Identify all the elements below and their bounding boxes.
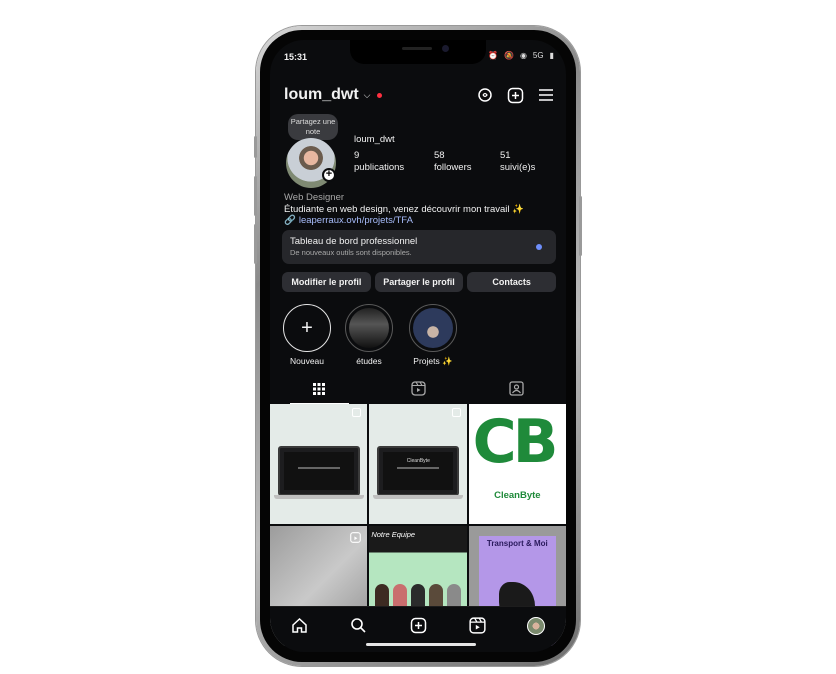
laptop-mockup: CleanByte xyxy=(373,446,464,499)
create-icon[interactable] xyxy=(507,87,524,104)
post-2[interactable]: CleanByte xyxy=(369,404,467,524)
dashboard-subtitle: De nouveaux outils sont disponibles. xyxy=(290,248,412,257)
post-5-title: Notre Equipe xyxy=(371,530,416,539)
profile-tabs xyxy=(270,378,566,404)
profile-category: Web Designer xyxy=(284,192,345,203)
nav-search[interactable] xyxy=(329,617,388,639)
home-icon xyxy=(291,617,308,639)
menu-icon[interactable] xyxy=(538,88,554,102)
profile-section: Partagez une note + loum_dwt 9 publicati… xyxy=(284,114,556,194)
wifi-icon: ◉ xyxy=(519,51,527,60)
reel-icon xyxy=(350,530,362,548)
link-icon: 🔗 xyxy=(284,215,296,226)
story-highlights: + Nouveau études Projets ✨ xyxy=(280,304,556,368)
threads-icon[interactable] xyxy=(477,87,493,103)
laptop-mockup xyxy=(274,446,364,499)
alarm-icon: ⏰ xyxy=(488,51,498,60)
nav-create[interactable] xyxy=(388,617,447,639)
stat-following[interactable]: 51 suivi(e)s xyxy=(500,150,535,174)
tagged-icon xyxy=(509,381,524,401)
nav-reels[interactable] xyxy=(448,617,507,639)
post-1[interactable] xyxy=(270,404,368,524)
bio-link-text: leaperraux.ovh/projets/TFA xyxy=(298,215,413,226)
chevron-down-icon[interactable]: ⌵ xyxy=(364,90,371,101)
screen: 15:31 ⏰ 🔕 ◉ 5G ▮ loum_dwt ⌵ Partagez une… xyxy=(270,40,566,652)
dashboard-indicator-dot xyxy=(536,244,542,250)
contacts-button[interactable]: Contacts xyxy=(467,272,557,292)
post-2-title: CleanByte xyxy=(406,458,430,464)
cleanbyte-logo: CB xyxy=(472,407,559,477)
power-button xyxy=(579,196,582,256)
add-story-icon[interactable]: + xyxy=(322,168,336,182)
stat-publications[interactable]: 9 publications xyxy=(354,150,404,174)
notification-dot xyxy=(376,92,382,98)
bio-text: Étudiante en web design, venez découvrir… xyxy=(284,203,524,215)
profile-actions: Modifier le profil Partager le profil Co… xyxy=(282,272,557,292)
notch xyxy=(350,40,486,64)
professional-dashboard[interactable]: Tableau de bord professionnel De nouveau… xyxy=(282,230,556,264)
create-icon xyxy=(410,617,427,639)
share-note-bubble[interactable]: Partagez une note xyxy=(288,114,338,140)
carousel-icon xyxy=(451,408,461,417)
reels-icon xyxy=(410,381,426,401)
tab-grid[interactable] xyxy=(270,378,369,404)
home-indicator xyxy=(366,643,476,646)
mute-switch xyxy=(254,136,257,158)
bio: Web Designer Étudiante en web design, ve… xyxy=(284,192,556,227)
highlight-new[interactable]: + Nouveau xyxy=(280,304,334,366)
carousel-icon xyxy=(352,408,362,417)
account-switcher[interactable]: loum_dwt xyxy=(284,86,359,104)
profile-name: loum_dwt xyxy=(354,134,395,145)
stat-followers[interactable]: 58 followers xyxy=(434,150,472,174)
search-icon xyxy=(350,617,367,639)
edit-profile-button[interactable]: Modifier le profil xyxy=(282,272,371,292)
tab-reels[interactable] xyxy=(369,378,468,404)
nav-profile[interactable] xyxy=(507,617,566,635)
battery-icon: ▮ xyxy=(549,51,554,60)
post-6-title: Transport & Moi xyxy=(486,539,548,548)
tab-tagged[interactable] xyxy=(467,378,566,404)
bottom-navigation xyxy=(270,606,566,652)
grid-icon xyxy=(312,382,326,401)
dashboard-title: Tableau de bord professionnel xyxy=(290,236,418,247)
volume-down-button xyxy=(254,224,257,264)
highlight-etudes[interactable]: études xyxy=(342,304,396,366)
volume-up-button xyxy=(254,176,257,216)
phone-frame: 15:31 ⏰ 🔕 ◉ 5G ▮ loum_dwt ⌵ Partagez une… xyxy=(254,26,582,666)
highlight-projets[interactable]: Projets ✨ xyxy=(406,304,460,367)
signal-icon: 5G xyxy=(532,51,544,60)
reels-icon xyxy=(469,617,486,639)
status-time: 15:31 xyxy=(284,52,308,62)
bio-link[interactable]: 🔗 leaperraux.ovh/projets/TFA xyxy=(284,215,556,227)
share-profile-button[interactable]: Partager le profil xyxy=(374,272,464,292)
profile-header: loum_dwt ⌵ xyxy=(284,84,554,106)
nav-home[interactable] xyxy=(270,617,329,639)
plus-icon: + xyxy=(283,304,331,352)
post-3[interactable]: CB CleanByte xyxy=(468,404,566,524)
profile-avatar xyxy=(527,617,546,635)
mute-icon: 🔕 xyxy=(503,51,514,60)
post-3-brand: CleanByte xyxy=(494,490,541,501)
